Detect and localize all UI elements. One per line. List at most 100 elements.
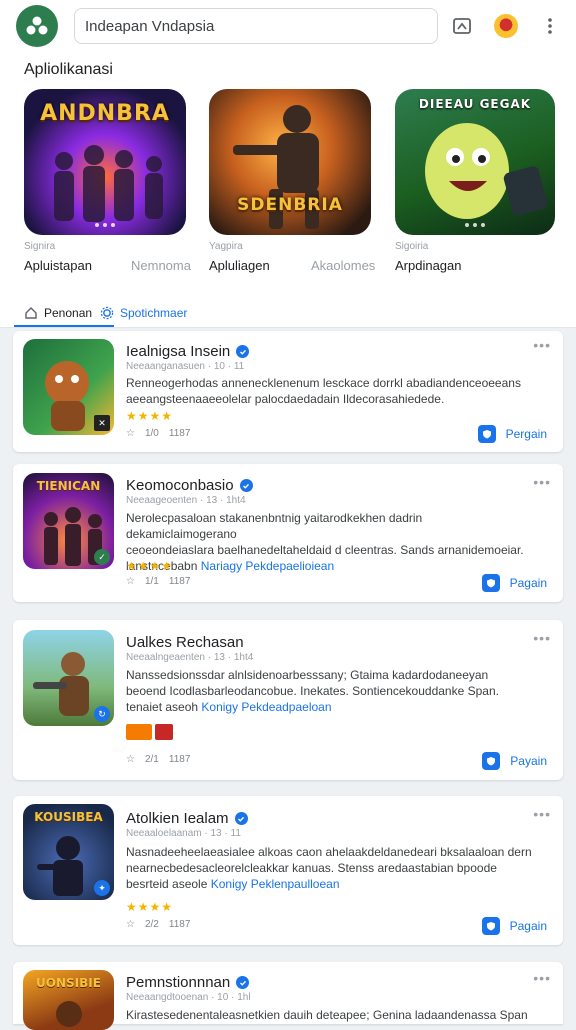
- install-button[interactable]: Payain: [482, 752, 547, 770]
- more-options-icon[interactable]: •••: [533, 337, 551, 353]
- desc-text: tenaiet aseoh: [126, 700, 199, 714]
- desc-line: beoend Icodlasbarleodancobue. Inekates. …: [126, 684, 499, 698]
- featured-tile-1[interactable]: ANDNBRA: [24, 89, 186, 235]
- star-rating: ★★★★: [126, 900, 174, 914]
- tile-name[interactable]: Apluistapan: [24, 258, 92, 273]
- featured-tile-2[interactable]: SDENBRIA: [209, 89, 371, 235]
- app-card[interactable]: ↻ Ualkes Rechasan Neeaalngeaenten · 13 ·…: [13, 620, 563, 780]
- tile-artwork: [54, 145, 163, 222]
- desc-line: besrteid aseole Konigy Peklenpaulloean: [126, 876, 536, 892]
- app-description: Nasnadeeheelaeasialee alkoas caon ahelaa…: [126, 844, 536, 892]
- leaf-icon: [26, 16, 48, 35]
- tile-alt-label: Akaolomes: [311, 258, 376, 273]
- app-title-text: Pemnstionnnan: [126, 974, 231, 991]
- app-stats: ☆ 2/1 1187: [126, 754, 190, 765]
- desc-line: tenaiet aseoh Konigy Pekdeadpaeloan: [126, 699, 536, 715]
- shield-icon: [481, 917, 500, 935]
- app-thumbnail: ↻: [23, 630, 114, 726]
- install-button[interactable]: Pagain: [481, 917, 547, 935]
- profile-avatar[interactable]: [492, 12, 520, 40]
- badge-icon: ↻: [94, 706, 110, 722]
- featured-tile-3[interactable]: DIEEAU GEGAK: [395, 89, 555, 235]
- app-card[interactable]: ✕ Iealnigsa Insein Neeaanganasuen · 10 ·…: [13, 331, 563, 452]
- app-card[interactable]: UONSIBIE Pemnstionnnan Neeaangdtooenan ·…: [13, 962, 563, 1030]
- desc-link[interactable]: Konigy Peklenpaulloean: [211, 877, 340, 891]
- content-badges: [126, 724, 173, 740]
- stat-value: 2/2: [144, 919, 159, 930]
- desc-line: ceoeondeiaslara baelhanedeltaheldaid d c…: [126, 543, 524, 557]
- tile-name[interactable]: Arpdinagan: [395, 258, 462, 273]
- badge-orange: [126, 724, 152, 740]
- app-thumbnail: ✕: [23, 339, 114, 435]
- badge-icon: ✓: [94, 549, 110, 565]
- more-options-icon[interactable]: •••: [533, 970, 551, 986]
- star-outline-icon: ☆: [126, 576, 135, 587]
- verified-icon: [239, 479, 253, 492]
- carousel-dots: [24, 223, 186, 227]
- tab-penonan[interactable]: Penonan: [24, 298, 92, 328]
- carousel-dots: [395, 223, 555, 227]
- library-icon[interactable]: [448, 12, 476, 40]
- avatar: [494, 14, 518, 38]
- app-title[interactable]: Pemnstionnnan: [126, 974, 250, 991]
- app-title-text: Atolkien Iealam: [126, 810, 229, 827]
- tile-name[interactable]: Apluliagen: [209, 258, 270, 273]
- shield-icon: [482, 752, 501, 770]
- gear-icon: [100, 306, 114, 320]
- star-rating: ★★★★: [126, 409, 174, 423]
- more-options-icon[interactable]: •••: [533, 630, 551, 646]
- app-logo[interactable]: [16, 5, 58, 47]
- app-title[interactable]: Ualkes Rechasan: [126, 634, 244, 651]
- star-outline-icon: ☆: [126, 754, 135, 765]
- badge-icon: ✦: [94, 880, 110, 896]
- star-outline-icon: ☆: [126, 919, 135, 930]
- desc-line: lanstncebabn Nariagy Pekdepaelioiean: [126, 558, 536, 574]
- desc-line: Kirastesedenentaleasnetkien dauih deteap…: [126, 1008, 528, 1022]
- desc-text: aeeangsteenaaeeolelar palocdaedadain: [126, 392, 340, 406]
- app-title[interactable]: Keomoconbasio: [126, 477, 253, 494]
- badge-icon: ✕: [94, 415, 110, 431]
- app-card[interactable]: KOUSIBEA ✦ Atolkien Iealam Neeaaloelaana…: [13, 796, 563, 945]
- app-title[interactable]: Iealnigsa Insein: [126, 343, 250, 360]
- app-title-text: Iealnigsa Insein: [126, 343, 231, 360]
- install-label: Pagain: [509, 919, 547, 933]
- more-options-icon[interactable]: •••: [533, 474, 551, 490]
- app-stats: ☆ 1/0 1187: [126, 428, 190, 439]
- app-description: Renneogerhodas annenecklenenum lesckace …: [126, 375, 536, 407]
- stat-value: 2/1: [144, 754, 159, 765]
- top-bar: Indeapan Vndapsia: [0, 0, 576, 52]
- app-thumbnail: TIENICAN ✓: [23, 473, 114, 569]
- search-input[interactable]: Indeapan Vndapsia: [74, 8, 438, 44]
- stat-value: 1187: [168, 576, 191, 587]
- app-title[interactable]: Atolkien Iealam: [126, 810, 248, 827]
- app-title-text: Keomoconbasio: [126, 477, 234, 494]
- app-stats: ☆ 1/1 1187: [126, 576, 190, 587]
- install-button[interactable]: Pagain: [481, 574, 547, 592]
- install-button[interactable]: Pergain: [477, 425, 547, 443]
- app-meta: Neeaageoenten · 13 · 1ht4: [126, 495, 246, 506]
- tab-bar: Penonan Spotichmaer: [0, 298, 576, 328]
- desc-link[interactable]: Nariagy Pekdepaelioiean: [201, 559, 334, 573]
- more-options-icon[interactable]: •••: [533, 806, 551, 822]
- app-card[interactable]: TIENICAN ✓ Keomoconbasio Neeaageoenten ·…: [13, 464, 563, 602]
- tile-caption: SDENBRIA: [237, 195, 343, 215]
- tab-spotichmaer[interactable]: Spotichmaer: [100, 298, 187, 328]
- desc-text: besrteid aseole: [126, 877, 208, 891]
- tile-subtitle: Sigoiria: [395, 241, 429, 252]
- app-meta: Neeaaloelaanam · 13 · 11: [126, 828, 241, 839]
- shield-icon: [481, 574, 500, 592]
- app-title-text: Ualkes Rechasan: [126, 634, 244, 651]
- desc-link[interactable]: Konigy Pekdeadpaeloan: [201, 700, 331, 714]
- badge-red: [155, 724, 173, 740]
- app-meta: Neeaangdtooenan · 10 · 1hl: [126, 992, 251, 1003]
- stat-value: 1187: [168, 428, 191, 439]
- app-description: Nanssedsionssdar alnlsidenoarbesssany; G…: [126, 667, 536, 715]
- stat-value: 1187: [168, 919, 191, 930]
- app-stats: ☆ 2/2 1187: [126, 919, 190, 930]
- verified-icon: [236, 345, 250, 358]
- verified-icon: [236, 976, 250, 989]
- install-label: Pagain: [509, 576, 547, 590]
- tile-artwork: [425, 123, 548, 219]
- desc-line: Nasnadeeheelaeasialee alkoas caon ahelaa…: [126, 845, 532, 859]
- more-vert-icon[interactable]: [536, 12, 564, 40]
